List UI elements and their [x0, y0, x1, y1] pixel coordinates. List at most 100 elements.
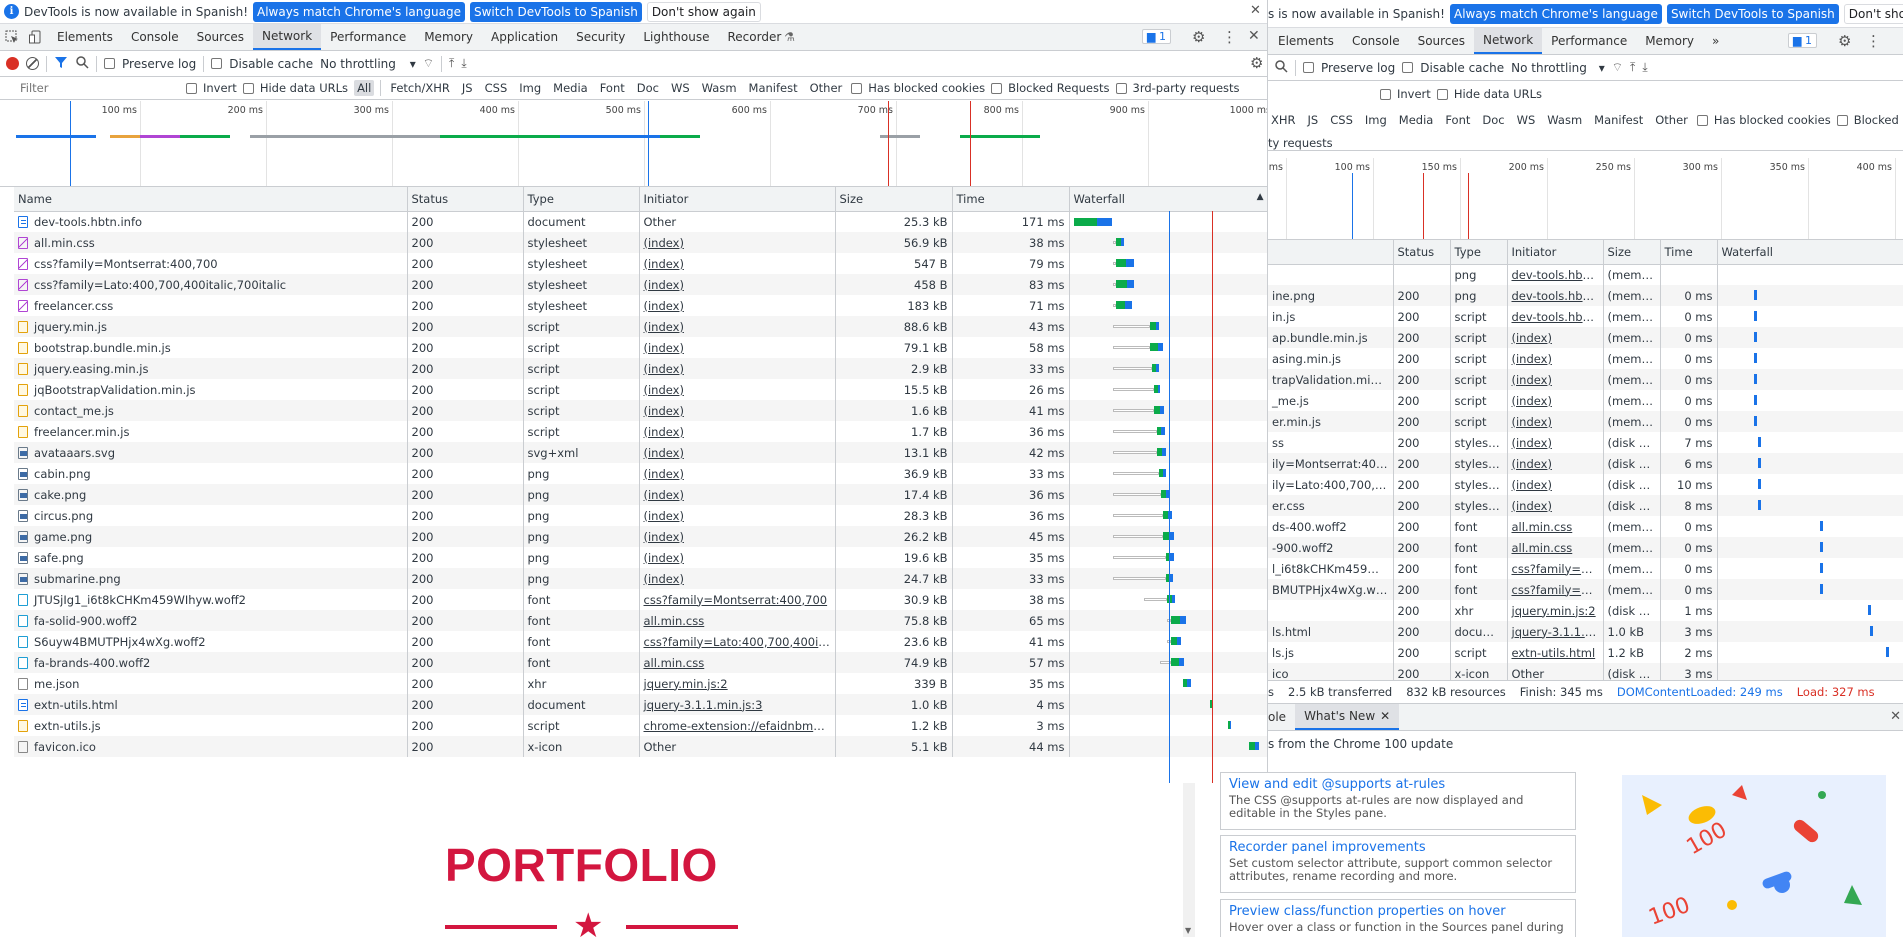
tab-network[interactable]: Network	[253, 24, 322, 50]
table-row[interactable]: css?family=Lato:400,700,400italic,700ita…	[14, 274, 1267, 295]
request-initiator[interactable]: (index)	[639, 232, 836, 253]
table-row[interactable]: ls.js 200 script extn-utils.html 1.2 kB 2 ms	[1268, 642, 1903, 663]
close-devtools-icon[interactable]: ✕	[1248, 28, 1260, 44]
right-column-status[interactable]: Status	[1393, 240, 1451, 265]
table-row[interactable]: ap.bundle.min.js 200 script (index) (memo...…	[1268, 327, 1903, 348]
right-filter-type-js[interactable]: JS	[1305, 112, 1322, 128]
right-column-time[interactable]: Time	[1660, 240, 1718, 265]
right-switch-spanish-button[interactable]: Switch DevTools to Spanish	[1666, 3, 1839, 24]
right-filter-type-ws[interactable]: WS	[1514, 112, 1539, 128]
right-hide-data-urls-checkbox[interactable]	[1436, 88, 1448, 100]
network-conditions-icon[interactable]: ⌔	[423, 56, 434, 71]
request-initiator[interactable]: css?family=Lato:400,700,400italic,700ita…	[639, 631, 836, 652]
request-initiator[interactable]: (index)	[639, 295, 836, 316]
filter-type-js[interactable]: JS	[459, 80, 476, 96]
dont-show-again-button[interactable]: Don't show again	[646, 1, 761, 22]
table-row[interactable]: trapValidation.min.js 200 script (index) (me…	[1268, 369, 1903, 390]
right-settings-gear-icon[interactable]: ⚙	[1838, 32, 1851, 50]
request-initiator[interactable]: (index)	[639, 547, 836, 568]
request-initiator[interactable]: extn-utils.html	[1507, 642, 1604, 663]
table-row[interactable]: png dev-tools.hbtn... (memo...	[1268, 264, 1903, 285]
right-match-language-button[interactable]: Always match Chrome's language	[1449, 3, 1662, 24]
filter-type-doc[interactable]: Doc	[634, 80, 662, 96]
request-initiator[interactable]: dev-tools.hbtn...	[1507, 285, 1604, 306]
request-initiator[interactable]: css?family=M...	[1507, 558, 1604, 579]
request-name[interactable]: ss	[1268, 432, 1394, 453]
table-row[interactable]: er.min.js 200 script (index) (memo... 0 ms	[1268, 411, 1903, 432]
request-initiator[interactable]: css?family=Montserrat:400,700	[639, 589, 836, 610]
filter-funnel-icon[interactable]	[54, 55, 68, 72]
request-name[interactable]: ily=Montserrat:400,7...	[1268, 453, 1394, 474]
right-export-har-icon[interactable]: ⤓	[1642, 60, 1647, 75]
tab-lighthouse[interactable]: Lighthouse	[634, 24, 718, 50]
table-row[interactable]: cabin.png 200 png (index) 36.9 kB 33 ms	[14, 463, 1267, 484]
column-time[interactable]: Time	[952, 187, 1070, 212]
right-column-name[interactable]	[1268, 240, 1394, 265]
table-row[interactable]: asing.min.js 200 script (index) (memo... 0 ms	[1268, 348, 1903, 369]
request-name[interactable]: fa-solid-900.woff2	[14, 610, 408, 631]
request-name[interactable]: all.min.css	[14, 232, 408, 253]
table-row[interactable]: game.png 200 png (index) 26.2 kB 45 ms	[14, 526, 1267, 547]
request-initiator[interactable]: all.min.css	[1507, 537, 1604, 558]
request-initiator[interactable]: (index)	[1507, 327, 1604, 348]
table-row[interactable]: jqBootstrapValidation.min.js 200 script (in…	[14, 379, 1267, 400]
request-name[interactable]: ily=Lato:400,700,400i...	[1268, 474, 1394, 495]
right-disable-cache-checkbox[interactable]	[1402, 62, 1414, 73]
table-row[interactable]: css?family=Montserrat:400,700 200 styleshe…	[14, 253, 1267, 274]
right-column-size[interactable]: Size	[1603, 240, 1661, 265]
request-initiator[interactable]: all.min.css	[1507, 516, 1604, 537]
right-issues-badge[interactable]: ▆ 1	[1788, 33, 1817, 48]
request-name[interactable]: circus.png	[14, 505, 408, 526]
device-toolbar-icon[interactable]	[24, 24, 48, 50]
right-tab-memory[interactable]: Memory	[1636, 28, 1703, 54]
request-name[interactable]: extn-utils.html	[14, 694, 408, 715]
disable-cache-checkbox[interactable]	[211, 58, 223, 69]
issues-badge[interactable]: ▆ 1	[1142, 29, 1171, 44]
import-har-icon[interactable]: ⤒	[449, 56, 454, 71]
request-name[interactable]: jquery.easing.min.js	[14, 358, 408, 379]
right-filter-type-other[interactable]: Other	[1652, 112, 1691, 128]
request-name[interactable]: er.min.js	[1268, 411, 1394, 432]
request-initiator[interactable]: (index)	[639, 274, 836, 295]
request-name[interactable]: cabin.png	[14, 463, 408, 484]
clear-icon[interactable]	[26, 57, 39, 70]
request-initiator[interactable]: all.min.css	[639, 652, 836, 673]
tab-console[interactable]: Console	[122, 24, 188, 50]
right-filter-type-media[interactable]: Media	[1396, 112, 1437, 128]
request-initiator[interactable]: jquery-3.1.1.min.js:3	[639, 694, 836, 715]
timeline-overview[interactable]: 100 ms 200 ms 300 ms 400 ms 500 ms 600 ms 700 …	[0, 101, 1267, 187]
table-row[interactable]: cake.png 200 png (index) 17.4 kB 36 ms	[14, 484, 1267, 505]
table-row[interactable]: ine.png 200 png dev-tools.hbtn... (memo... 0 …	[1268, 285, 1903, 306]
table-row[interactable]: ico 200 x-icon Other (disk ca... 3 ms	[1268, 663, 1903, 680]
right-filter-type-doc[interactable]: Doc	[1479, 112, 1507, 128]
hide-data-urls-checkbox[interactable]	[242, 82, 254, 94]
column-size[interactable]: Size	[835, 187, 953, 212]
scroll-down-icon[interactable]: ▼	[1185, 926, 1191, 935]
request-name[interactable]: fa-brands-400.woff2	[14, 652, 408, 673]
request-name[interactable]: trapValidation.min.js	[1268, 369, 1394, 390]
filter-type-media[interactable]: Media	[550, 80, 591, 96]
tab-sources[interactable]: Sources	[188, 24, 253, 50]
filter-type-ws[interactable]: WS	[668, 80, 693, 96]
table-row[interactable]: safe.png 200 png (index) 19.6 kB 35 ms	[14, 547, 1267, 568]
table-row[interactable]: freelancer.css 200 stylesheet (index) 183 kB…	[14, 295, 1267, 316]
request-initiator[interactable]: (index)	[639, 463, 836, 484]
more-tabs-icon[interactable]: »	[1703, 28, 1728, 54]
table-row[interactable]: JTUSjIg1_i6t8kCHKm459WIhyw.woff2 200 font c…	[14, 589, 1267, 610]
request-initiator[interactable]: (index)	[639, 358, 836, 379]
settings-gear-icon[interactable]: ⚙	[1192, 28, 1205, 46]
table-row[interactable]: S6uyw4BMUTPHjx4wXg.woff2 200 font css?famil…	[14, 631, 1267, 652]
table-row[interactable]: ily=Lato:400,700,400i...200stylesh...(in…	[1268, 474, 1903, 495]
right-filter-type-img[interactable]: Img	[1362, 112, 1390, 128]
close-infobar-icon[interactable]: ✕	[1250, 3, 1261, 18]
right-tab-performance[interactable]: Performance	[1542, 28, 1636, 54]
filter-input[interactable]	[0, 78, 180, 98]
request-name[interactable]: safe.png	[14, 547, 408, 568]
table-row[interactable]: -900.woff2 200 font all.min.css (memo... 0 ms	[1268, 537, 1903, 558]
request-initiator[interactable]: (index)	[639, 505, 836, 526]
request-name[interactable]: _me.js	[1268, 390, 1394, 411]
filter-type-img[interactable]: Img	[516, 80, 544, 96]
table-row[interactable]: submarine.png 200 png (index) 24.7 kB 33 ms	[14, 568, 1267, 589]
table-row[interactable]: favicon.ico 200 x-icon Other 5.1 kB 44 ms	[14, 736, 1267, 757]
filter-type-other[interactable]: Other	[807, 80, 846, 96]
